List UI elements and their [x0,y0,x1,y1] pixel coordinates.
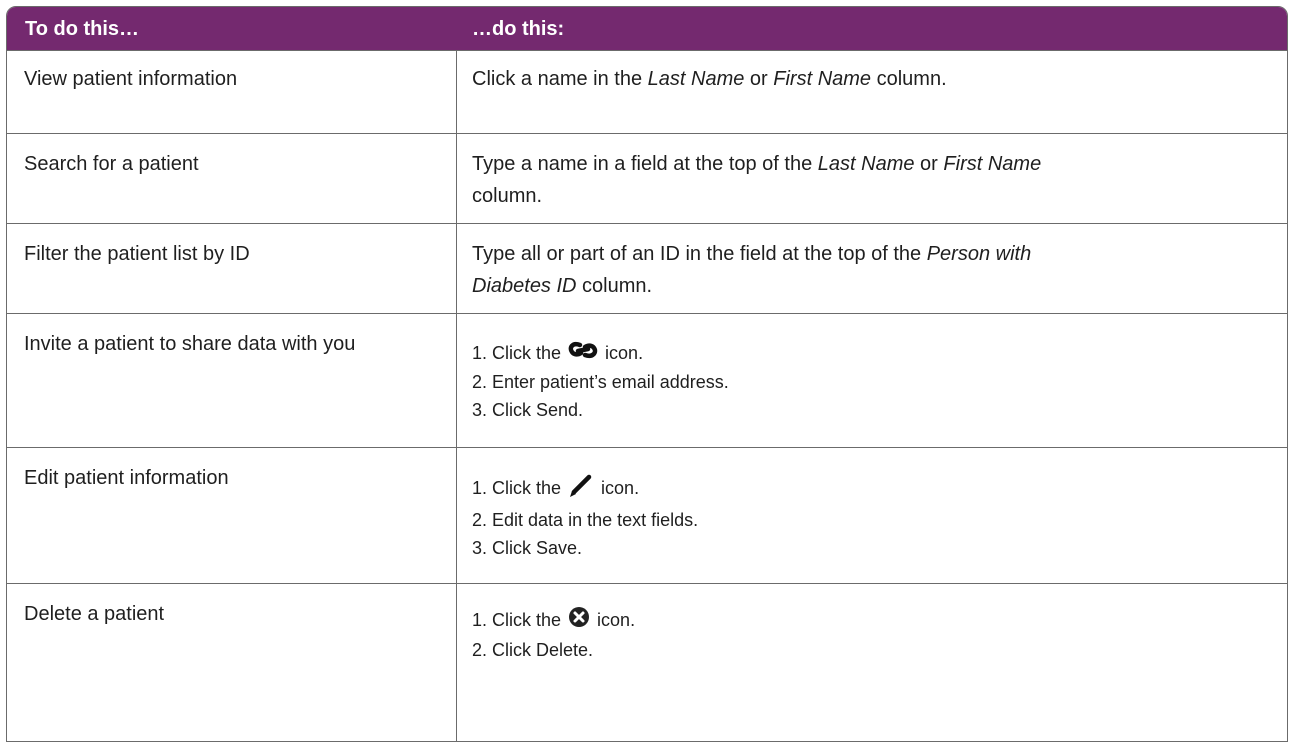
table-row: Filter the patient list by ID Type all o… [7,223,1287,313]
row-action: Delete a patient [24,603,165,625]
link-icon [568,340,598,368]
header-col-instruction: …do this: [472,18,565,40]
table-row: View patient information Click a name in… [7,50,1287,133]
row-instruction: 1. Click the icon. 2. Enter patient’s em… [472,339,1272,424]
row-action: View patient information [24,68,238,90]
row-instruction: 1. Click the icon. 2. Click Delete. [472,606,1272,664]
instructions-table: To do this… …do this: View patient infor… [6,6,1288,742]
delete-circle-icon [568,606,590,636]
table-row: Delete a patient 1. Click the icon. 2. C… [7,583,1287,741]
row-instruction: Type all or part of an ID in the field a… [472,243,1032,297]
row-instruction: Type a name in a field at the top of the… [472,153,1042,207]
row-action: Edit patient information [24,467,229,489]
row-action: Search for a patient [24,153,199,175]
table-header: To do this… …do this: [7,7,1287,50]
table-row: Invite a patient to share data with you … [7,313,1287,447]
table-row: Edit patient information 1. Click the ic… [7,447,1287,583]
pencil-icon [568,472,594,506]
row-action: Invite a patient to share data with you [24,333,356,355]
header-col-action: To do this… [25,18,140,40]
row-instruction: Click a name in the Last Name or First N… [472,68,947,90]
row-action: Filter the patient list by ID [24,243,250,265]
column-divider [456,50,457,741]
table-row: Search for a patient Type a name in a fi… [7,133,1287,223]
row-instruction: 1. Click the icon. 2. Edit data in the t… [472,472,1272,562]
